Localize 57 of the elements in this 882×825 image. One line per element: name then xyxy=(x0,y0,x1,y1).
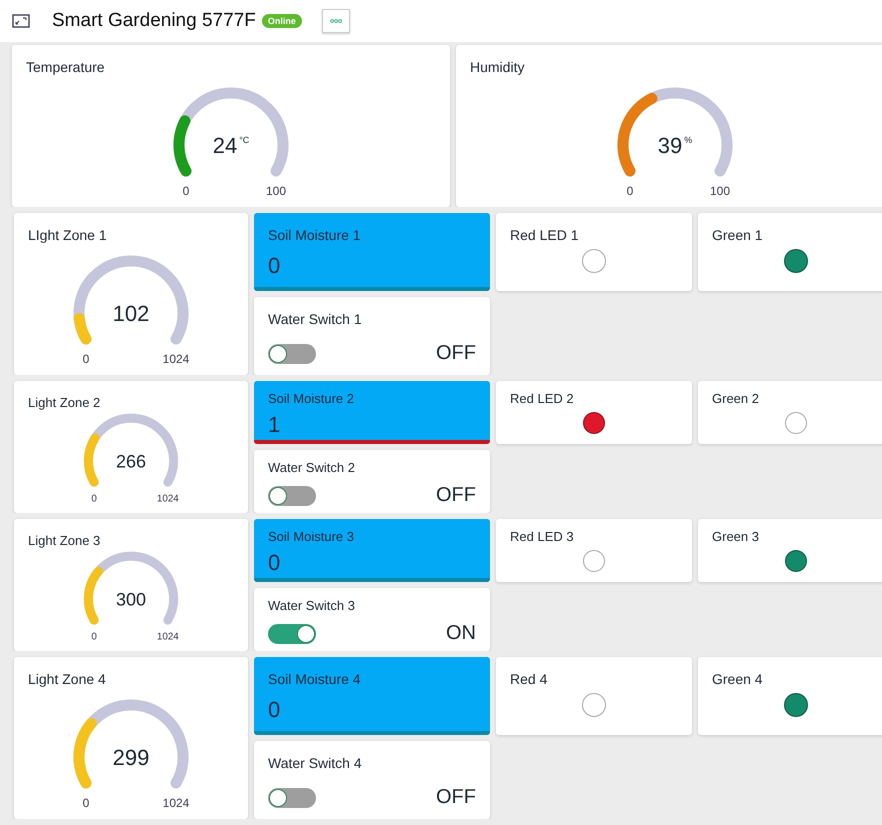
gauge-value: 299 xyxy=(112,745,150,770)
gauge-value: 300 xyxy=(116,589,146,610)
toggle-switch[interactable] xyxy=(268,624,316,644)
toggle-switch[interactable] xyxy=(268,486,316,506)
gauge-value: 39$^{%}$ xyxy=(658,133,692,158)
switch-state: OFF xyxy=(436,342,476,365)
gauge-max: 1024 xyxy=(156,494,179,505)
moisture-value: 1 xyxy=(268,412,282,438)
card-title: Water Switch 4 xyxy=(268,755,363,771)
gauge-min: 0 xyxy=(91,494,97,505)
card-title: Soil Moisture 4 xyxy=(268,671,362,687)
gauge-title: LIght Zone 1 xyxy=(28,227,107,243)
toggle-switch[interactable] xyxy=(268,788,316,808)
toggle-switch[interactable] xyxy=(268,344,316,364)
gauge-min: 0 xyxy=(91,632,97,643)
card-title: Water Switch 3 xyxy=(268,598,356,613)
switch-state: ON xyxy=(446,622,476,645)
screen-icon xyxy=(12,14,30,28)
gauge-max: 1024 xyxy=(162,352,190,366)
gauge-min: 0 xyxy=(82,352,90,366)
led-title: Red LED 2 xyxy=(510,391,575,406)
gauge-max: 100 xyxy=(266,184,286,198)
card-title: Water Switch 1 xyxy=(268,311,363,327)
gauge-min: 0 xyxy=(182,184,190,198)
led-title: Red 4 xyxy=(510,671,548,687)
card-title: Soil Moisture 2 xyxy=(268,391,355,406)
gauge-title: Light Zone 2 xyxy=(28,395,100,410)
gauge-max: 100 xyxy=(710,184,730,198)
moisture-value: 0 xyxy=(268,550,282,576)
status-badge: Online xyxy=(262,14,302,28)
led-title: Green 1 xyxy=(712,227,764,243)
moisture-value: 0 xyxy=(268,697,282,723)
gauge-value: 266 xyxy=(116,451,146,472)
led-title: Green 3 xyxy=(712,529,760,544)
switch-state: OFF xyxy=(436,484,476,507)
more-icon xyxy=(330,19,342,23)
gauge-title: Humidity xyxy=(470,59,524,75)
gauge-title: Light Zone 3 xyxy=(28,533,100,548)
gauge-value: 24$^{°C}$ xyxy=(212,133,250,158)
card-title: Water Switch 2 xyxy=(268,460,356,475)
led-title: Red LED 3 xyxy=(510,529,575,544)
card-title: Soil Moisture 3 xyxy=(268,529,355,544)
gauge-title: Temperature xyxy=(26,59,105,75)
gauge-max: 1024 xyxy=(162,796,190,810)
led-title: Green 4 xyxy=(712,671,764,687)
gauge-max: 1024 xyxy=(156,632,179,643)
card-title: Soil Moisture 1 xyxy=(268,227,362,243)
led-title: Green 2 xyxy=(712,391,760,406)
moisture-value: 0 xyxy=(268,253,282,279)
more-button[interactable] xyxy=(322,9,350,33)
switch-state: OFF xyxy=(436,786,476,809)
gauge-min: 0 xyxy=(82,796,90,810)
led-title: Red LED 1 xyxy=(510,227,580,243)
gauge-value: 102 xyxy=(112,301,150,326)
gauge-min: 0 xyxy=(626,184,634,198)
gauge-title: Light Zone 4 xyxy=(28,671,106,687)
device-title: Smart Gardening 5777F xyxy=(52,10,256,32)
